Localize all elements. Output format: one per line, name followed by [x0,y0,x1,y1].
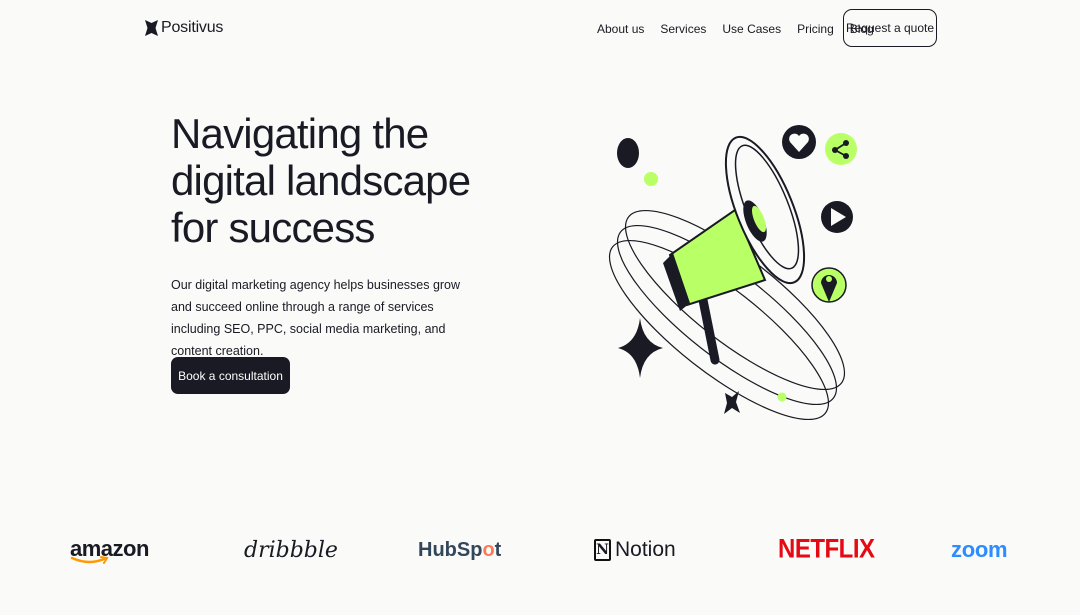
share-icon [825,133,857,165]
hero-title: Navigating the digital landscape for suc… [171,110,471,251]
heart-icon [782,125,816,159]
book-consultation-button[interactable]: Book a consultation [171,357,290,394]
hubspot-wordmark-start: HubSp [418,538,483,561]
top-navigation: Positivus About us Services Use Cases Pr… [0,9,1080,49]
zoom-logo: zoom [951,537,1008,562]
location-pin-icon [811,267,847,303]
brand-logo[interactable]: Positivus [145,19,223,37]
notion-wordmark: Notion [615,538,676,561]
play-icon [821,201,853,233]
logo-text: Positivus [161,19,224,36]
nav-link-use-cases[interactable]: Use Cases [722,22,781,36]
hero-description: Our digital marketing agency helps busin… [171,278,461,358]
hubspot-wordmark-end: t [494,538,502,561]
amazon-smile-icon [70,556,109,564]
nav-link-about-us[interactable]: About us [597,22,644,36]
client-logos: amazon dribbble HubSp o t N Notion NETFLIX… [0,530,1080,570]
request-quote-button[interactable]: Request a quote [843,9,937,47]
sparkle-icon [724,391,740,414]
nav-link-pricing[interactable]: Pricing [797,22,834,36]
netflix-logo: NETFLIX [778,534,875,565]
sparkle-icon [618,318,663,378]
notion-logo: N Notion [594,530,676,570]
nav-link-services[interactable]: Services [660,22,706,36]
notion-mark-icon: N [594,539,611,561]
logo-mark-icon [145,20,158,36]
megaphone-illustration [608,125,857,421]
amazon-logo: amazon [70,530,149,570]
hubspot-logo: HubSp o t [418,530,501,570]
hubspot-sprocket-icon: o [482,538,495,561]
dribbble-logo: dribbble [244,537,338,563]
